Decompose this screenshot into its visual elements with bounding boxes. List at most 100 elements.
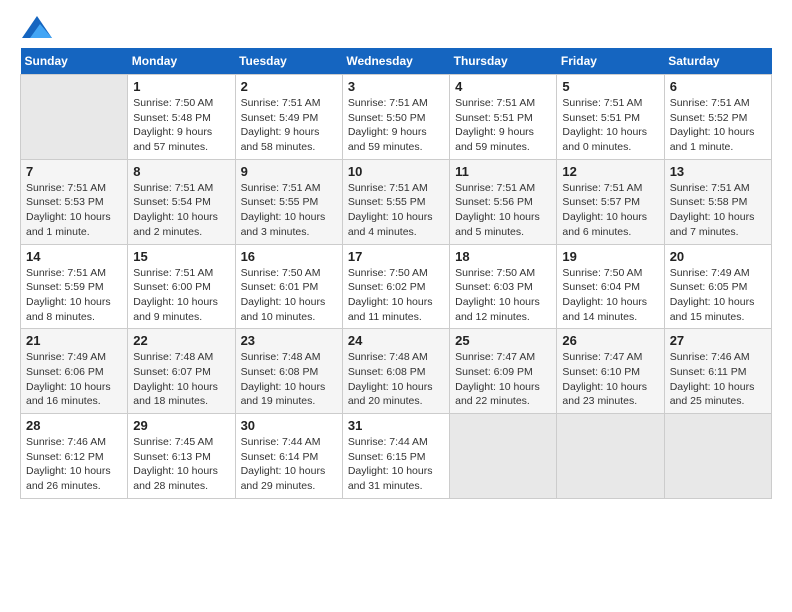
calendar-cell: 29 Sunrise: 7:45 AMSunset: 6:13 PMDayligh… bbox=[128, 414, 235, 499]
calendar-cell: 30 Sunrise: 7:44 AMSunset: 6:14 PMDayligh… bbox=[235, 414, 342, 499]
day-number: 24 bbox=[348, 333, 444, 348]
page-header bbox=[20, 20, 772, 38]
logo-icon bbox=[22, 16, 52, 38]
day-number: 26 bbox=[562, 333, 658, 348]
day-info: Sunrise: 7:47 AMSunset: 6:10 PMDaylight:… bbox=[562, 350, 658, 409]
calendar-cell: 2 Sunrise: 7:51 AMSunset: 5:49 PMDaylight… bbox=[235, 75, 342, 160]
calendar-cell: 14Sunrise: 7:51 AMSunset: 5:59 PMDayligh… bbox=[21, 244, 128, 329]
day-number: 2 bbox=[241, 79, 337, 94]
day-number: 22 bbox=[133, 333, 229, 348]
weekday-header-monday: Monday bbox=[128, 48, 235, 75]
weekday-header-friday: Friday bbox=[557, 48, 664, 75]
calendar-cell: 8 Sunrise: 7:51 AMSunset: 5:54 PMDaylight… bbox=[128, 159, 235, 244]
calendar-cell: 31 Sunrise: 7:44 AMSunset: 6:15 PMDayligh… bbox=[342, 414, 449, 499]
day-info: Sunrise: 7:49 AMSunset: 6:06 PMDaylight:… bbox=[26, 350, 122, 409]
day-info: Sunrise: 7:44 AMSunset: 6:14 PMDaylight:… bbox=[241, 435, 337, 494]
day-info: Sunrise: 7:51 AMSunset: 5:57 PMDaylight:… bbox=[562, 181, 658, 240]
calendar-cell bbox=[450, 414, 557, 499]
day-info: Sunrise: 7:51 AMSunset: 5:53 PMDaylight:… bbox=[26, 181, 122, 240]
day-number: 31 bbox=[348, 418, 444, 433]
day-number: 30 bbox=[241, 418, 337, 433]
day-number: 14 bbox=[26, 249, 122, 264]
calendar-cell: 17 Sunrise: 7:50 AMSunset: 6:02 PMDayligh… bbox=[342, 244, 449, 329]
day-number: 19 bbox=[562, 249, 658, 264]
day-number: 16 bbox=[241, 249, 337, 264]
calendar-cell: 27 Sunrise: 7:46 AMSunset: 6:11 PMDayligh… bbox=[664, 329, 771, 414]
calendar-cell: 24 Sunrise: 7:48 AMSunset: 6:08 PMDayligh… bbox=[342, 329, 449, 414]
day-info: Sunrise: 7:50 AMSunset: 6:04 PMDaylight:… bbox=[562, 266, 658, 325]
day-info: Sunrise: 7:50 AMSunset: 6:03 PMDaylight:… bbox=[455, 266, 551, 325]
day-number: 18 bbox=[455, 249, 551, 264]
day-number: 20 bbox=[670, 249, 766, 264]
logo bbox=[20, 20, 52, 38]
calendar-cell: 15 Sunrise: 7:51 AMSunset: 6:00 PMDayligh… bbox=[128, 244, 235, 329]
day-info: Sunrise: 7:48 AMSunset: 6:08 PMDaylight:… bbox=[241, 350, 337, 409]
calendar-cell bbox=[664, 414, 771, 499]
day-info: Sunrise: 7:51 AMSunset: 5:54 PMDaylight:… bbox=[133, 181, 229, 240]
day-info: Sunrise: 7:46 AMSunset: 6:12 PMDaylight:… bbox=[26, 435, 122, 494]
calendar-cell: 20 Sunrise: 7:49 AMSunset: 6:05 PMDayligh… bbox=[664, 244, 771, 329]
calendar-cell bbox=[21, 75, 128, 160]
day-number: 21 bbox=[26, 333, 122, 348]
day-number: 4 bbox=[455, 79, 551, 94]
calendar-cell: 26 Sunrise: 7:47 AMSunset: 6:10 PMDayligh… bbox=[557, 329, 664, 414]
day-number: 1 bbox=[133, 79, 229, 94]
calendar-cell: 10 Sunrise: 7:51 AMSunset: 5:55 PMDayligh… bbox=[342, 159, 449, 244]
day-number: 27 bbox=[670, 333, 766, 348]
day-info: Sunrise: 7:48 AMSunset: 6:08 PMDaylight:… bbox=[348, 350, 444, 409]
calendar-cell: 7 Sunrise: 7:51 AMSunset: 5:53 PMDaylight… bbox=[21, 159, 128, 244]
calendar-cell: 21 Sunrise: 7:49 AMSunset: 6:06 PMDayligh… bbox=[21, 329, 128, 414]
day-number: 25 bbox=[455, 333, 551, 348]
calendar-cell: 18 Sunrise: 7:50 AMSunset: 6:03 PMDayligh… bbox=[450, 244, 557, 329]
day-number: 7 bbox=[26, 164, 122, 179]
day-number: 23 bbox=[241, 333, 337, 348]
day-info: Sunrise: 7:44 AMSunset: 6:15 PMDaylight:… bbox=[348, 435, 444, 494]
day-number: 15 bbox=[133, 249, 229, 264]
day-info: Sunrise: 7:50 AMSunset: 6:01 PMDaylight:… bbox=[241, 266, 337, 325]
day-number: 17 bbox=[348, 249, 444, 264]
day-number: 9 bbox=[241, 164, 337, 179]
day-info: Sunrise: 7:51 AMSunset: 5:56 PMDaylight:… bbox=[455, 181, 551, 240]
day-info: Sunrise: 7:51 AMSunset: 5:58 PMDaylight:… bbox=[670, 181, 766, 240]
calendar-cell: 19 Sunrise: 7:50 AMSunset: 6:04 PMDayligh… bbox=[557, 244, 664, 329]
day-number: 10 bbox=[348, 164, 444, 179]
weekday-header-sunday: Sunday bbox=[21, 48, 128, 75]
day-number: 8 bbox=[133, 164, 229, 179]
calendar-table: SundayMondayTuesdayWednesdayThursdayFrid… bbox=[20, 48, 772, 499]
calendar-cell: 3 Sunrise: 7:51 AMSunset: 5:50 PMDaylight… bbox=[342, 75, 449, 160]
day-info: Sunrise: 7:45 AMSunset: 6:13 PMDaylight:… bbox=[133, 435, 229, 494]
day-number: 29 bbox=[133, 418, 229, 433]
calendar-cell: 12 Sunrise: 7:51 AMSunset: 5:57 PMDayligh… bbox=[557, 159, 664, 244]
day-info: Sunrise: 7:51 AMSunset: 5:49 PMDaylight:… bbox=[241, 96, 337, 155]
day-number: 3 bbox=[348, 79, 444, 94]
day-info: Sunrise: 7:49 AMSunset: 6:05 PMDaylight:… bbox=[670, 266, 766, 325]
weekday-header-tuesday: Tuesday bbox=[235, 48, 342, 75]
calendar-cell: 25 Sunrise: 7:47 AMSunset: 6:09 PMDayligh… bbox=[450, 329, 557, 414]
day-info: Sunrise: 7:51 AMSunset: 5:55 PMDaylight:… bbox=[241, 181, 337, 240]
calendar-cell: 5 Sunrise: 7:51 AMSunset: 5:51 PMDaylight… bbox=[557, 75, 664, 160]
day-number: 13 bbox=[670, 164, 766, 179]
calendar-cell: 13 Sunrise: 7:51 AMSunset: 5:58 PMDayligh… bbox=[664, 159, 771, 244]
day-info: Sunrise: 7:46 AMSunset: 6:11 PMDaylight:… bbox=[670, 350, 766, 409]
calendar-cell: 22 Sunrise: 7:48 AMSunset: 6:07 PMDayligh… bbox=[128, 329, 235, 414]
day-number: 6 bbox=[670, 79, 766, 94]
day-info: Sunrise: 7:51 AMSunset: 5:55 PMDaylight:… bbox=[348, 181, 444, 240]
day-info: Sunrise: 7:51 AMSunset: 6:00 PMDaylight:… bbox=[133, 266, 229, 325]
day-info: Sunrise: 7:47 AMSunset: 6:09 PMDaylight:… bbox=[455, 350, 551, 409]
day-info: Sunrise: 7:51 AMSunset: 5:51 PMDaylight:… bbox=[562, 96, 658, 155]
day-info: Sunrise: 7:48 AMSunset: 6:07 PMDaylight:… bbox=[133, 350, 229, 409]
day-number: 12 bbox=[562, 164, 658, 179]
weekday-header-wednesday: Wednesday bbox=[342, 48, 449, 75]
weekday-header-thursday: Thursday bbox=[450, 48, 557, 75]
day-number: 5 bbox=[562, 79, 658, 94]
day-number: 28 bbox=[26, 418, 122, 433]
day-number: 11 bbox=[455, 164, 551, 179]
calendar-cell bbox=[557, 414, 664, 499]
day-info: Sunrise: 7:51 AMSunset: 5:52 PMDaylight:… bbox=[670, 96, 766, 155]
day-info: Sunrise: 7:50 AMSunset: 5:48 PMDaylight:… bbox=[133, 96, 229, 155]
weekday-header-saturday: Saturday bbox=[664, 48, 771, 75]
calendar-cell: 23 Sunrise: 7:48 AMSunset: 6:08 PMDayligh… bbox=[235, 329, 342, 414]
calendar-cell: 1 Sunrise: 7:50 AMSunset: 5:48 PMDaylight… bbox=[128, 75, 235, 160]
day-info: Sunrise: 7:51 AMSunset: 5:50 PMDaylight:… bbox=[348, 96, 444, 155]
day-info: Sunrise: 7:50 AMSunset: 6:02 PMDaylight:… bbox=[348, 266, 444, 325]
